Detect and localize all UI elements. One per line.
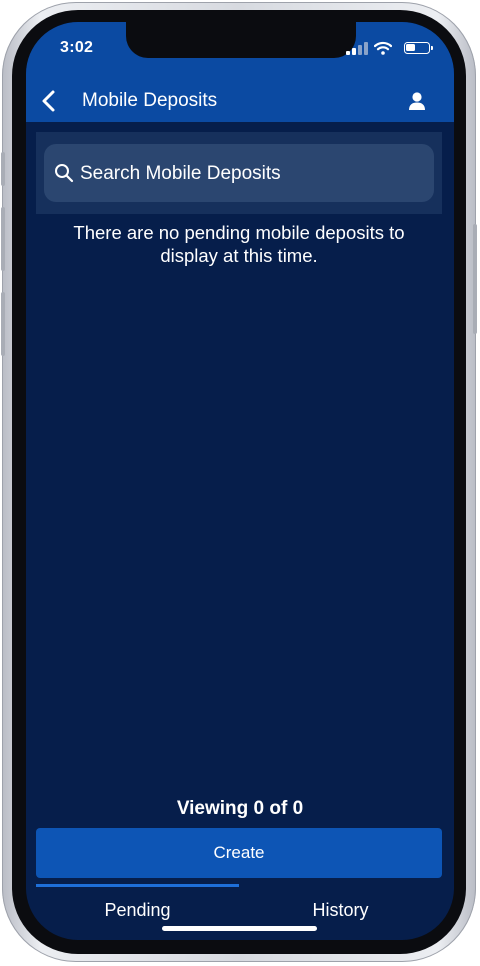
search-input[interactable] <box>78 144 422 204</box>
battery-icon <box>404 42 433 54</box>
silent-switch <box>1 152 5 186</box>
person-icon <box>409 92 425 110</box>
phone-frame: 3:02 Mobile Deposits Search Mobile Depos… <box>1 2 477 962</box>
back-button[interactable] <box>34 86 64 116</box>
create-button[interactable]: Create <box>36 828 442 878</box>
cellular-signal-icon <box>346 42 368 55</box>
chevron-left-icon <box>42 90 55 112</box>
camera-notch <box>126 22 356 58</box>
page-title: Mobile Deposits <box>82 90 218 111</box>
profile-button[interactable] <box>404 88 430 114</box>
empty-state-message: There are no pending mobile deposits to … <box>73 222 405 266</box>
volume-up-button <box>1 207 5 271</box>
viewing-count: Viewing 0 of 0 <box>176 798 304 819</box>
header-bar: Mobile Deposits <box>26 80 454 122</box>
tab-history-label: History <box>312 900 369 920</box>
search-icon <box>55 164 74 183</box>
volume-down-button <box>1 292 5 356</box>
status-icons <box>340 41 433 55</box>
battery-level <box>406 44 415 51</box>
app-screen: 3:02 Mobile Deposits Search Mobile Depos… <box>26 22 454 940</box>
wifi-icon <box>374 41 392 55</box>
tab-pending[interactable]: Pending <box>36 884 239 940</box>
search-container <box>36 132 442 214</box>
active-tab-indicator <box>36 884 239 887</box>
status-time: 3:02 <box>60 39 94 56</box>
tab-pending-label: Pending <box>104 900 171 920</box>
search-box[interactable] <box>44 144 434 204</box>
tab-history[interactable]: History <box>239 884 442 940</box>
home-indicator[interactable] <box>162 926 317 931</box>
tab-bar: Pending History <box>36 884 442 940</box>
power-button <box>473 224 477 334</box>
status-bar: 3:02 <box>26 22 454 80</box>
